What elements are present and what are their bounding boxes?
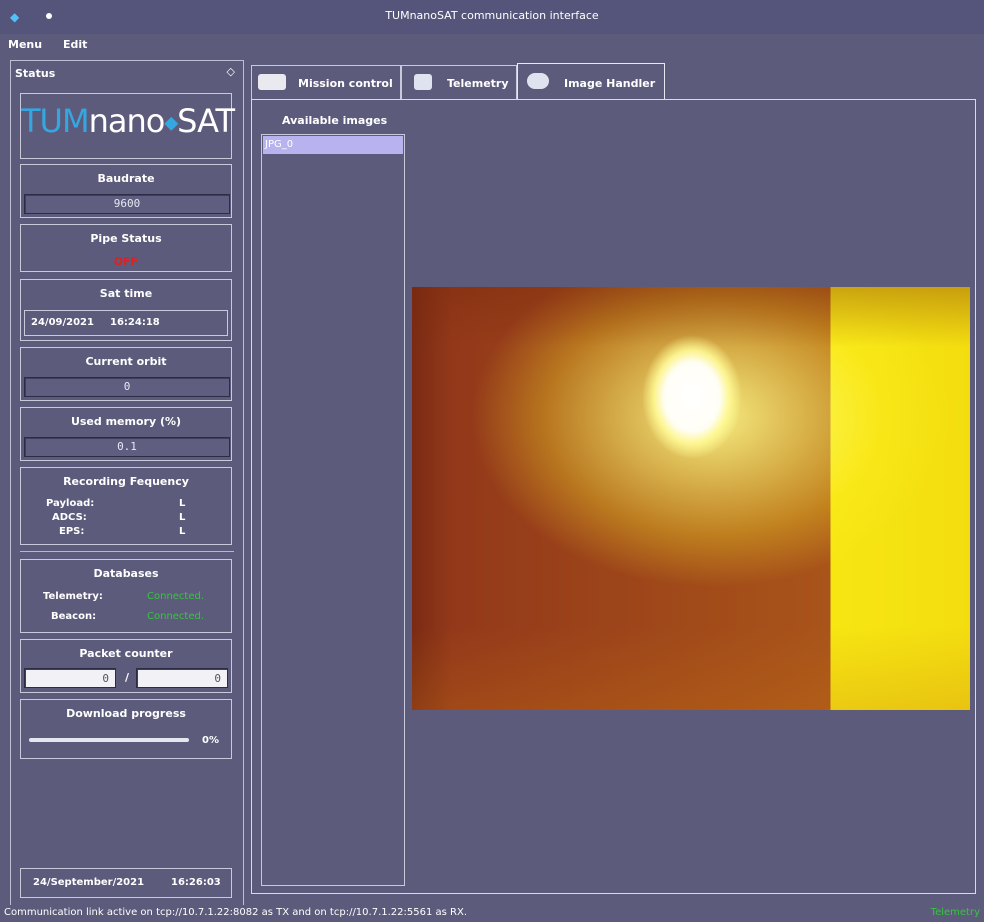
current-orbit-display: 0: [24, 377, 230, 397]
logo-box: TUMnano◆SAT: [20, 93, 235, 159]
tab-image-handler[interactable]: Image Handler: [517, 63, 665, 100]
menu-item-menu[interactable]: Menu: [8, 38, 42, 51]
divider: [20, 551, 234, 552]
recording-payload-label: Payload:: [46, 498, 95, 509]
packet-counter-box: Packet counter 0 / 0: [20, 639, 232, 693]
download-progress-box: Download progress 0%: [20, 699, 232, 759]
image-handler-icon: [527, 73, 549, 89]
recording-adcs-value: L: [179, 512, 186, 523]
available-images-list[interactable]: JPG_0: [261, 134, 405, 886]
status-panel-title: Status: [15, 67, 56, 80]
baudrate-box: Baudrate 9600: [20, 164, 232, 218]
sat-time-time: 16:24:18: [110, 317, 160, 328]
menu-item-edit[interactable]: Edit: [63, 38, 87, 51]
tab-label: Mission control: [298, 77, 393, 90]
used-memory-label: Used memory (%): [70, 415, 182, 428]
footer-time: 16:26:03: [171, 877, 221, 888]
status-panel: Status ◇ TUMnano◆SAT Baudrate 9600 Pipe …: [10, 60, 244, 907]
packet-counter-total: 0: [136, 668, 228, 688]
databases-box: Databases Telemetry: Connected. Beacon: …: [20, 559, 232, 633]
title-bar: ◆ TUMnanoSAT communication interface: [0, 0, 984, 35]
status-panel-header: Status ◇: [11, 61, 243, 83]
db-beacon-value: Connected.: [147, 611, 205, 622]
databases-label: Databases: [93, 567, 159, 580]
used-memory-display: 0.1: [24, 437, 230, 457]
baudrate-display: 9600: [24, 194, 230, 214]
status-right-label: Telemetry: [930, 907, 980, 918]
baudrate-label: Baudrate: [97, 172, 155, 185]
status-bar: Communication link active on tcp://10.7.…: [0, 905, 984, 922]
packet-counter-label: Packet counter: [79, 647, 173, 660]
status-message: Communication link active on tcp://10.7.…: [4, 907, 468, 918]
logo-diamond-icon: ◆: [164, 112, 178, 134]
recording-adcs-label: ADCS:: [52, 512, 87, 523]
db-telemetry-label: Telemetry:: [43, 591, 103, 602]
tab-label: Telemetry: [447, 77, 509, 90]
list-item[interactable]: JPG_0: [263, 136, 403, 154]
download-progress-label: Download progress: [66, 707, 186, 720]
pipe-status-box: Pipe Status OFF: [20, 224, 232, 272]
menu-bar: Menu Edit: [0, 34, 984, 56]
footer-time-box: 24/September/2021 16:26:03: [20, 868, 232, 898]
packet-counter-separator: /: [125, 671, 130, 684]
mission-control-icon: [258, 74, 286, 90]
recording-payload-value: L: [179, 498, 186, 509]
sat-time-field: 24/09/2021 16:24:18: [24, 310, 228, 336]
tab-mission-control[interactable]: Mission control: [251, 65, 401, 99]
window-title: TUMnanoSAT communication interface: [385, 9, 599, 22]
recording-eps-label: EPS:: [59, 526, 85, 537]
packet-counter-received: 0: [24, 668, 116, 688]
recording-eps-value: L: [179, 526, 186, 537]
sat-time-box: Sat time 24/09/2021 16:24:18: [20, 279, 232, 341]
download-progress-value: 0%: [202, 735, 219, 746]
pipe-status-value: OFF: [113, 255, 139, 268]
tab-telemetry[interactable]: Telemetry: [401, 65, 517, 99]
available-images-label: Available images: [282, 114, 388, 127]
sat-time-date: 24/09/2021: [31, 317, 94, 328]
image-handler-panel: Available images JPG_0: [251, 99, 976, 894]
float-panel-icon[interactable]: ◇: [227, 65, 235, 78]
used-memory-box: Used memory (%) 0.1: [20, 407, 232, 461]
current-orbit-box: Current orbit 0: [20, 347, 232, 401]
current-orbit-label: Current orbit: [85, 355, 167, 368]
tab-label: Image Handler: [564, 77, 656, 90]
db-beacon-label: Beacon:: [51, 611, 97, 622]
pipe-status-label: Pipe Status: [90, 232, 162, 245]
recording-frequency-box: Recording Fequency Payload: L ADCS: L EP…: [20, 467, 232, 545]
download-progress-bar: [29, 738, 189, 742]
footer-date: 24/September/2021: [33, 877, 145, 888]
telemetry-icon: [414, 74, 432, 90]
tumnanosat-logo: TUMnano◆SAT: [21, 102, 235, 140]
image-preview: [412, 287, 970, 710]
sat-time-label: Sat time: [99, 287, 153, 300]
db-telemetry-value: Connected.: [147, 591, 205, 602]
recording-frequency-label: Recording Fequency: [63, 475, 189, 488]
